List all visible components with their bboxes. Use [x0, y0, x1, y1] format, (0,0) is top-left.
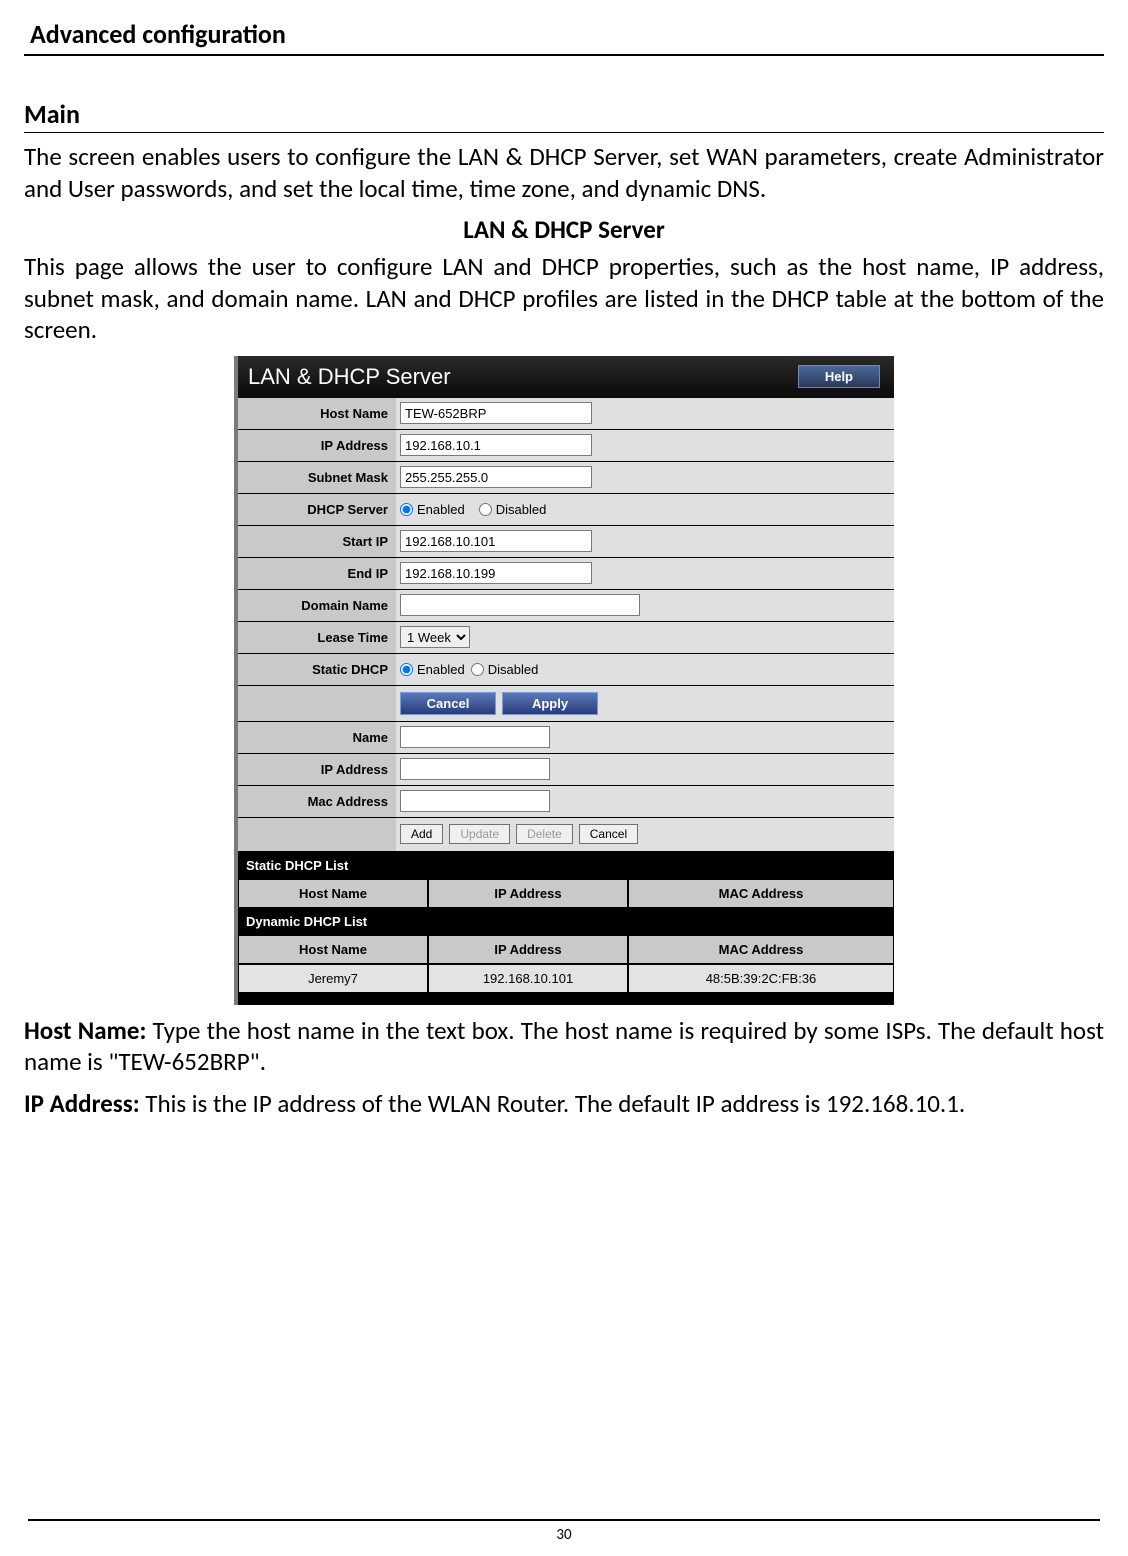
- mac-address-input[interactable]: [400, 790, 550, 812]
- page-number: 30: [556, 1526, 571, 1544]
- lease-time-select[interactable]: 1 Week: [400, 626, 470, 648]
- name-label: Name: [238, 722, 396, 753]
- ip-address-label: IP Address: [238, 430, 396, 461]
- host-name-input[interactable]: [400, 402, 592, 424]
- lan-dhcp-heading: LAN & DHCP Server: [24, 214, 1104, 245]
- footer-divider: [28, 1519, 1100, 1521]
- start-ip-label: Start IP: [238, 526, 396, 557]
- static-enabled-label: Enabled: [417, 662, 465, 677]
- disabled-label: Disabled: [496, 502, 547, 517]
- dhcp-server-label: DHCP Server: [238, 494, 396, 525]
- lan-dhcp-panel: LAN & DHCP Server Help Host Name IP Addr…: [234, 356, 894, 1005]
- domain-name-input[interactable]: [400, 594, 640, 616]
- start-ip-input[interactable]: [400, 530, 592, 552]
- ip-address2-input[interactable]: [400, 758, 550, 780]
- mac-address-label: Mac Address: [238, 786, 396, 817]
- cancel-button[interactable]: Cancel: [400, 692, 496, 715]
- static-dhcp-enabled-radio[interactable]: [400, 663, 413, 676]
- dhcp-enabled-radio[interactable]: [400, 503, 413, 516]
- host-name-description: Host Name: Type the host name in the tex…: [24, 1015, 1104, 1078]
- apply-button[interactable]: Apply: [502, 692, 598, 715]
- lease-time-label: Lease Time: [238, 622, 396, 653]
- add-button[interactable]: Add: [400, 824, 443, 844]
- subnet-mask-label: Subnet Mask: [238, 462, 396, 493]
- update-button[interactable]: Update: [449, 824, 510, 844]
- empty-label: [238, 686, 396, 721]
- lan-dhcp-intro: This page allows the user to configure L…: [24, 251, 1104, 346]
- host-name-label: Host Name: [238, 398, 396, 429]
- main-intro: The screen enables users to configure th…: [24, 141, 1104, 204]
- end-ip-input[interactable]: [400, 562, 592, 584]
- ip-address-input[interactable]: [400, 434, 592, 456]
- enabled-label: Enabled: [417, 502, 465, 517]
- dyn-mac: 48:5B:39:2C:FB:36: [628, 964, 894, 993]
- dynamic-col-mac: MAC Address: [628, 935, 894, 964]
- empty-label-2: [238, 818, 396, 851]
- dyn-ip: 192.168.10.101: [428, 964, 628, 993]
- page-header: Advanced configuration: [24, 18, 1104, 56]
- cancel2-button[interactable]: Cancel: [579, 824, 638, 844]
- static-dhcp-label: Static DHCP: [238, 654, 396, 685]
- dyn-host: Jeremy7: [238, 964, 428, 993]
- static-dhcp-disabled-radio[interactable]: [471, 663, 484, 676]
- dhcp-disabled-radio[interactable]: [479, 503, 492, 516]
- end-ip-label: End IP: [238, 558, 396, 589]
- main-heading: Main: [24, 98, 1104, 133]
- subnet-mask-input[interactable]: [400, 466, 592, 488]
- static-col-ip: IP Address: [428, 879, 628, 908]
- static-col-host: Host Name: [238, 879, 428, 908]
- dynamic-col-host: Host Name: [238, 935, 428, 964]
- dynamic-col-ip: IP Address: [428, 935, 628, 964]
- ip-address2-label: IP Address: [238, 754, 396, 785]
- domain-name-label: Domain Name: [238, 590, 396, 621]
- dynamic-list-header: Dynamic DHCP List: [238, 908, 894, 935]
- help-button[interactable]: Help: [798, 365, 880, 388]
- table-row: Jeremy7 192.168.10.101 48:5B:39:2C:FB:36: [238, 964, 894, 993]
- static-col-mac: MAC Address: [628, 879, 894, 908]
- name-input[interactable]: [400, 726, 550, 748]
- panel-title: LAN & DHCP Server: [248, 364, 451, 390]
- delete-button[interactable]: Delete: [516, 824, 573, 844]
- static-list-header: Static DHCP List: [238, 852, 894, 879]
- static-disabled-label: Disabled: [488, 662, 539, 677]
- ip-address-description: IP Address: This is the IP address of th…: [24, 1088, 1104, 1120]
